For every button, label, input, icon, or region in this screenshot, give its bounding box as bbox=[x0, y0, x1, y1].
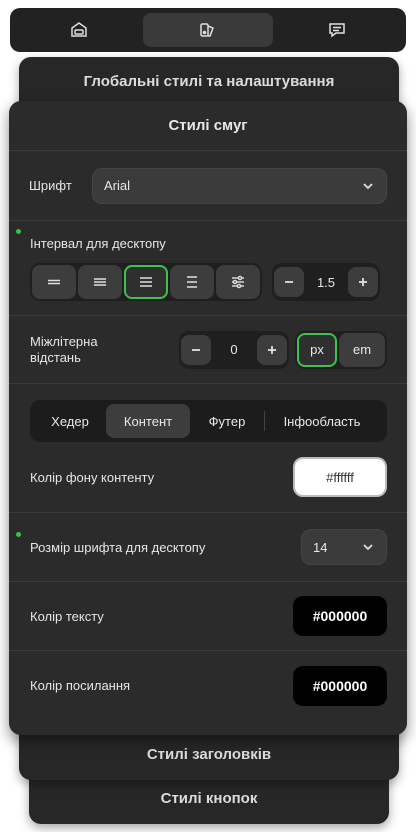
content-bg-swatch[interactable]: #ffffff bbox=[293, 457, 387, 497]
letter-spacing-decrease-button[interactable] bbox=[181, 334, 211, 365]
link-color-row: Колір посилання #000000 bbox=[9, 651, 407, 720]
text-color-label: Колір тексту bbox=[30, 608, 104, 624]
tab-styles[interactable] bbox=[143, 13, 273, 47]
interval-decrease-button[interactable] bbox=[274, 267, 304, 297]
font-size-select[interactable]: 14 bbox=[301, 529, 387, 565]
chevron-down-icon bbox=[363, 544, 373, 551]
content-bg-label: Колір фону контенту bbox=[30, 469, 155, 485]
button-styles-title: Стилі кнопок bbox=[160, 790, 258, 807]
letter-spacing-increase-button[interactable] bbox=[257, 334, 287, 365]
interval-section: Інтервал для десктопу 1.5 bbox=[9, 221, 407, 316]
layout-icon bbox=[70, 22, 87, 37]
tab-footer[interactable]: Футер bbox=[190, 404, 264, 438]
text-color-row: Колір тексту #000000 bbox=[9, 582, 407, 651]
minus-icon bbox=[192, 348, 200, 351]
stripe-styles-panel: Стилі смуг Шрифт Arial Інтервал для деск… bbox=[9, 101, 407, 735]
chevron-down-icon bbox=[363, 182, 373, 189]
font-size-value: 14 bbox=[313, 539, 328, 555]
letter-spacing-value[interactable]: 0 bbox=[211, 342, 257, 357]
letter-spacing-label-line1: Міжлітерна bbox=[30, 333, 98, 349]
letter-spacing-label-line2: відстань bbox=[30, 349, 81, 365]
font-select[interactable]: Arial bbox=[92, 167, 387, 204]
link-color-swatch[interactable]: #000000 bbox=[293, 665, 387, 706]
alignment-group bbox=[30, 263, 262, 301]
align-settings[interactable] bbox=[216, 265, 260, 299]
lines-icon bbox=[140, 277, 152, 287]
letter-spacing-label: Міжлітерна відстань bbox=[30, 334, 179, 366]
unit-px[interactable]: px bbox=[297, 332, 337, 367]
tab-header[interactable]: Хедер bbox=[34, 404, 106, 438]
content-bg-row: Колір фону контенту #ffffff bbox=[9, 442, 407, 512]
sliders-icon bbox=[232, 275, 244, 289]
tab-layout[interactable] bbox=[14, 13, 143, 47]
interval-value[interactable]: 1.5 bbox=[304, 275, 348, 290]
top-toolbar bbox=[10, 8, 406, 52]
font-value: Arial bbox=[104, 178, 131, 193]
modified-dot bbox=[16, 229, 21, 234]
modified-dot bbox=[16, 532, 21, 537]
lines-icon bbox=[94, 278, 106, 286]
font-size-label: Розмір шрифта для десктопу bbox=[30, 539, 206, 555]
align-option-3[interactable] bbox=[124, 265, 168, 299]
interval-label: Інтервал для десктопу bbox=[30, 236, 166, 251]
align-option-4[interactable] bbox=[170, 265, 214, 299]
plus-icon bbox=[359, 278, 367, 286]
interval-stepper: 1.5 bbox=[272, 263, 380, 301]
lines-icon bbox=[48, 279, 60, 285]
panel-title[interactable]: Стилі смуг bbox=[9, 101, 407, 151]
font-size-row: Розмір шрифта для десктопу 14 bbox=[9, 513, 407, 582]
align-option-1[interactable] bbox=[32, 265, 76, 299]
tab-comments[interactable] bbox=[273, 13, 402, 47]
tab-content[interactable]: Контент bbox=[106, 404, 190, 438]
interval-increase-button[interactable] bbox=[348, 267, 378, 297]
plus-icon bbox=[268, 345, 276, 354]
text-color-swatch[interactable]: #000000 bbox=[293, 596, 387, 636]
palette-icon bbox=[200, 23, 214, 37]
tab-infoarea[interactable]: Інфообласть bbox=[265, 404, 379, 438]
area-tabs: Хедер Контент Футер Інфообласть bbox=[30, 400, 387, 442]
lines-icon bbox=[187, 276, 197, 288]
minus-icon bbox=[285, 281, 293, 283]
letter-spacing-section: Міжлітерна відстань 0 px em bbox=[9, 316, 407, 384]
unit-em[interactable]: em bbox=[339, 332, 385, 367]
message-icon bbox=[329, 23, 346, 38]
font-label: Шрифт bbox=[29, 178, 72, 193]
align-option-2[interactable] bbox=[78, 265, 122, 299]
unit-toggle: px em bbox=[295, 330, 387, 369]
link-color-label: Колір посилання bbox=[30, 678, 131, 693]
heading-styles-title: Стилі заголовків bbox=[146, 746, 272, 763]
content-section: Хедер Контент Футер Інфообласть Колір фо… bbox=[9, 384, 407, 513]
font-section: Шрифт Arial bbox=[9, 151, 407, 221]
letter-spacing-stepper: 0 bbox=[179, 330, 289, 369]
